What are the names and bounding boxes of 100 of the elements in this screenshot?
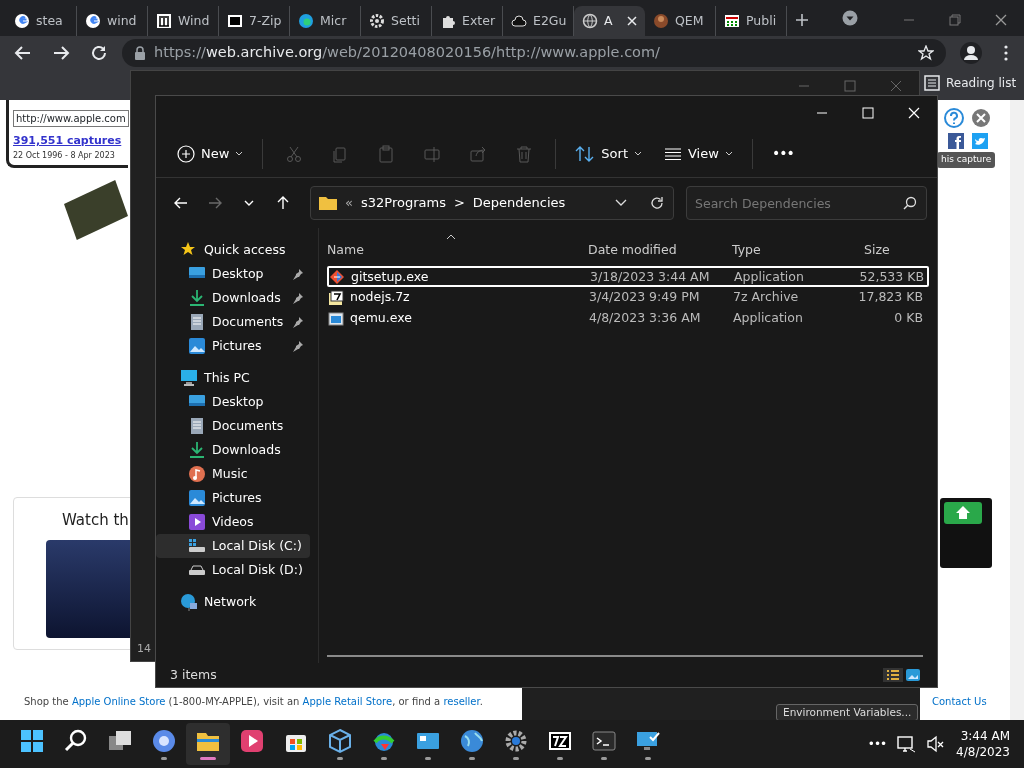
column-header[interactable]: Type (732, 240, 852, 260)
sidebar-item[interactable]: This PC (156, 366, 310, 390)
reload-icon[interactable] (90, 44, 108, 62)
facebook-icon[interactable] (948, 133, 964, 149)
list-icon (924, 75, 940, 91)
picture-icon (188, 489, 206, 507)
globe-icon[interactable] (459, 728, 485, 754)
sidebar-item[interactable]: Downloads (156, 286, 310, 310)
bird-icon[interactable] (972, 133, 988, 149)
breadcrumb-item[interactable]: Dependencies (472, 193, 566, 213)
avatar-icon (653, 13, 669, 29)
promo-heading: Watch th (61, 510, 130, 531)
capture-label: his capture (937, 152, 996, 168)
sort-button[interactable]: Sort (566, 137, 651, 170)
breadcrumb-separator: > (453, 194, 465, 213)
plus-circle-icon (177, 144, 195, 163)
file-row[interactable]: nodejs.7z 3/4/2023 9:49 PM 7z Archive 17,823 KB (327, 287, 929, 308)
profile-icon[interactable] (960, 42, 982, 64)
chevron-down-icon[interactable] (615, 199, 627, 207)
url-field[interactable]: http://www.apple.com (13, 110, 129, 127)
sidebar-item[interactable]: Documents (156, 414, 310, 438)
play-icon[interactable] (239, 728, 265, 754)
document-icon (188, 313, 206, 331)
file-row[interactable]: qemu.exe 4/8/2023 3:36 AM Application 0 KB (327, 308, 929, 329)
address-bar[interactable]: https://web.archive.org/web/20120408020156/http://www.apple.com/ (122, 39, 946, 67)
help-icon[interactable] (944, 108, 964, 128)
sidebar-item[interactable]: Desktop (156, 390, 310, 414)
network-icon[interactable] (896, 735, 917, 753)
clock[interactable]: 3:44 AM 4/8/2023 (956, 727, 1010, 761)
file-date: 3/4/2023 9:49 PM (589, 288, 701, 307)
new-button[interactable]: New (168, 137, 253, 170)
cube-icon[interactable] (327, 728, 353, 754)
store-link[interactable]: Apple Online Store (71, 696, 166, 707)
file-type: 7z Archive (733, 288, 800, 307)
column-header[interactable]: Size (852, 240, 922, 260)
file-row[interactable]: gitsetup.exe 3/18/2023 3:44 AM Application 52,533 KB (327, 266, 929, 287)
sidebar-item[interactable]: Downloads (156, 438, 310, 462)
contact-link[interactable]: Contact Us (932, 694, 987, 709)
back-arrow-icon[interactable] (173, 195, 189, 211)
column-header[interactable]: Date modified (588, 240, 732, 260)
g-logo-icon (14, 13, 30, 29)
refresh-icon[interactable] (649, 195, 665, 211)
more-button[interactable]: ••• (762, 137, 803, 170)
column-header[interactable]: Name (327, 240, 588, 260)
browser-tab[interactable]: A (574, 6, 645, 36)
sidebar-item[interactable]: Desktop (156, 262, 310, 286)
browser-icon[interactable] (151, 728, 177, 754)
columns-icon (156, 13, 172, 29)
more-vert-icon[interactable] (1004, 45, 1008, 61)
sidebar-item[interactable]: Local Disk (D:) (156, 558, 310, 582)
file-name: gitsetup.exe (351, 268, 429, 286)
gear-icon[interactable] (503, 728, 529, 754)
sidebar-item[interactable]: Quick access (156, 238, 310, 262)
swirl-icon (298, 13, 314, 29)
puzzle-icon (440, 13, 456, 29)
globe-icon (582, 13, 598, 29)
close-icon[interactable] (626, 16, 637, 26)
close-icon[interactable] (906, 105, 922, 121)
folder-icon (319, 196, 337, 210)
list-view-icon (664, 146, 682, 161)
details-view-button[interactable] (883, 668, 903, 682)
breadcrumb-item[interactable]: s32Programs (360, 193, 446, 213)
sidebar-item[interactable]: Pictures (156, 486, 310, 510)
file-name: nodejs.7z (350, 288, 410, 307)
horizontal-scrollbar[interactable] (327, 655, 923, 657)
view-button[interactable]: View (655, 137, 742, 170)
tray-overflow-button[interactable]: ••• (867, 735, 887, 753)
installer-icon (329, 269, 345, 286)
cloud-icon (511, 13, 527, 29)
maximize-icon[interactable] (860, 105, 876, 121)
search-icon[interactable] (63, 728, 89, 754)
music-note-icon (188, 465, 206, 483)
sidebar-item[interactable]: Pictures (156, 334, 310, 358)
store-link[interactable]: reseller (443, 696, 480, 707)
back-arrow-icon[interactable] (14, 44, 32, 62)
overflow-chevron[interactable]: « (345, 193, 353, 213)
sidebar-item[interactable]: Local Disk (C:) (156, 534, 310, 558)
forward-arrow-icon[interactable] (52, 44, 70, 62)
sidebar-item[interactable]: Documents (156, 310, 310, 334)
file-size: 17,823 KB (857, 288, 923, 307)
restore-icon[interactable] (947, 11, 963, 28)
star-icon[interactable] (918, 45, 934, 61)
sidebar-item[interactable]: Music (156, 462, 310, 486)
scrollbar[interactable] (1010, 100, 1024, 720)
archive-icon (328, 289, 344, 306)
search-field[interactable]: Search Dependencies (686, 186, 927, 220)
address-field[interactable]: « s32Programs > Dependencies (310, 186, 674, 220)
grid-icon (724, 13, 740, 29)
sidebar-item[interactable]: Network (156, 590, 310, 614)
app-window-icon (328, 310, 344, 327)
tiles-view-button[interactable] (903, 668, 923, 682)
terminal-icon[interactable] (591, 728, 617, 754)
up-arrow-icon[interactable] (275, 195, 291, 211)
search-icon[interactable] (903, 196, 917, 210)
reading-list-button[interactable]: Reading list (924, 74, 1017, 92)
video-icon (188, 513, 206, 531)
captures-link[interactable]: 391,551 captures (13, 133, 124, 150)
start-icon[interactable] (19, 728, 45, 754)
sidebar-item[interactable]: Videos (156, 510, 310, 534)
dropdown-icon[interactable] (842, 10, 858, 26)
